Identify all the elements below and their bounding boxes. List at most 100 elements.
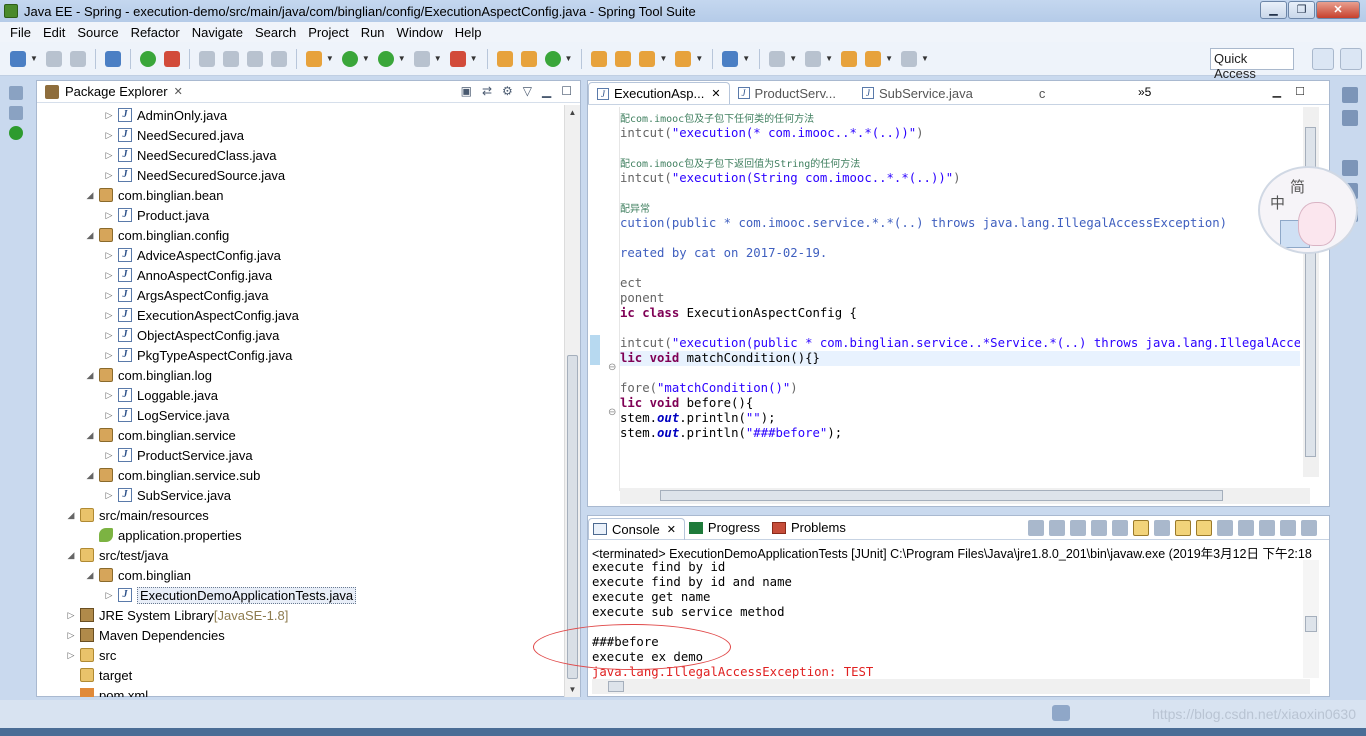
menu-source[interactable]: Source [71, 25, 124, 40]
toggle-icon[interactable] [246, 50, 263, 67]
next-annotation-icon[interactable] [769, 50, 786, 67]
java-ee-perspective-icon[interactable] [1340, 48, 1362, 70]
expand-arrow-icon[interactable]: ▷ [103, 170, 115, 181]
close-icon[interactable]: ✕ [667, 523, 676, 536]
tree-item[interactable]: pom.xml [37, 685, 148, 697]
expand-arrow-icon[interactable]: ▷ [103, 330, 115, 341]
previous-annotation-icon[interactable] [805, 50, 822, 67]
chevron-down-icon[interactable]: ▼ [825, 54, 833, 63]
tree-item[interactable]: ▷ J ProductService.java [37, 445, 253, 465]
expand-arrow-icon[interactable]: ▷ [103, 450, 115, 461]
expand-arrow-icon[interactable]: ▷ [103, 150, 115, 161]
collapse-arrow-icon[interactable]: ◢ [84, 230, 96, 241]
expand-arrow-icon[interactable]: ▷ [103, 270, 115, 281]
menu-edit[interactable]: Edit [37, 25, 71, 40]
run-icon[interactable] [341, 50, 358, 67]
show-on-stderr-icon[interactable] [1196, 520, 1212, 536]
word-wrap-icon[interactable] [1154, 520, 1170, 536]
chevron-down-icon[interactable]: ▼ [470, 54, 478, 63]
menu-help[interactable]: Help [449, 25, 488, 40]
open-type-icon[interactable] [591, 50, 608, 67]
save-all-icon[interactable] [69, 50, 86, 67]
fold-marker-icon[interactable]: ⊖ [608, 407, 616, 418]
chevron-down-icon[interactable]: ▼ [789, 54, 797, 63]
chevron-down-icon[interactable]: ▼ [742, 54, 750, 63]
tree-item[interactable]: ▷ J AnnoAspectConfig.java [37, 265, 273, 285]
display-console-icon[interactable] [1238, 520, 1254, 536]
save-icon[interactable] [45, 50, 62, 67]
terminal-icon[interactable] [104, 50, 121, 67]
tree-item[interactable]: ▷ J NeedSecuredClass.java [37, 145, 277, 165]
tree-item[interactable]: ▷ J PkgTypeAspectConfig.java [37, 345, 293, 365]
tree-item[interactable]: ▷ J ArgsAspectConfig.java [37, 285, 269, 305]
last-edit-icon[interactable] [841, 50, 858, 67]
chevron-down-icon[interactable]: ▼ [921, 54, 929, 63]
pin-console-icon[interactable] [1217, 520, 1233, 536]
tree-item[interactable]: ▷ J AdviceAspectConfig.java [37, 245, 281, 265]
editor-tab[interactable]: J SubService.java [854, 82, 981, 104]
open-console-icon[interactable] [1259, 520, 1275, 536]
outline-icon[interactable] [1342, 110, 1358, 126]
remove-launch-icon[interactable] [1070, 520, 1086, 536]
search-icon[interactable] [639, 50, 656, 67]
tree-item[interactable]: ◢ com.binglian.service.sub [37, 465, 261, 485]
open-perspective-icon[interactable] [1312, 48, 1334, 70]
editor-tab[interactable]: c [1031, 82, 1054, 104]
restore-icon[interactable] [1342, 87, 1358, 103]
tree-item[interactable]: ◢ com.binglian.log [37, 365, 212, 385]
scroll-down-icon[interactable]: ▼ [565, 682, 580, 697]
tree-item[interactable]: ▷ J LogService.java [37, 405, 230, 425]
run-external-icon[interactable] [377, 50, 394, 67]
tree-item[interactable]: ▷ J SubService.java [37, 485, 231, 505]
expand-arrow-icon[interactable]: ▷ [103, 490, 115, 501]
tree-item[interactable]: application.properties [37, 525, 242, 545]
scroll-lock-icon[interactable] [1133, 520, 1149, 536]
chevron-down-icon[interactable]: ▼ [30, 54, 38, 63]
chevron-down-icon[interactable]: ▼ [434, 54, 442, 63]
tree-item[interactable]: ◢ com.binglian [37, 565, 191, 585]
tree-item[interactable]: ◢ com.binglian.config [37, 225, 230, 245]
new-package-icon[interactable] [520, 50, 537, 67]
tree-item[interactable]: ▷ J ObjectAspectConfig.java [37, 325, 280, 345]
expand-arrow-icon[interactable]: ▷ [103, 390, 115, 401]
close-icon[interactable]: ✕ [711, 87, 720, 100]
expand-arrow-icon[interactable]: ▷ [103, 210, 115, 221]
remove-all-icon[interactable] [1091, 520, 1107, 536]
code-area[interactable]: 配com.imooc包及子包下任何类的任何方法 intcut("execution… [620, 107, 1300, 491]
deploy-icon[interactable] [449, 50, 466, 67]
expand-arrow-icon[interactable]: ▷ [103, 130, 115, 141]
scrollbar-thumb[interactable] [608, 681, 624, 692]
tree-item[interactable]: ◢ com.binglian.service [37, 425, 236, 445]
restore-icon[interactable] [1342, 160, 1358, 176]
expand-arrow-icon[interactable]: ▷ [103, 290, 115, 301]
console-horizontal-scrollbar[interactable] [592, 679, 1310, 694]
menu-run[interactable]: Run [355, 25, 391, 40]
chevron-down-icon[interactable]: ▼ [326, 54, 334, 63]
tree-item[interactable]: ▷ Maven Dependencies [37, 625, 225, 645]
boot-dashboard-icon[interactable] [9, 126, 23, 140]
tree-item[interactable]: ▷ src [37, 645, 117, 665]
stop-icon[interactable] [413, 50, 430, 67]
collapse-arrow-icon[interactable]: ◢ [84, 470, 96, 481]
chevron-down-icon[interactable]: ▼ [398, 54, 406, 63]
fold-marker-icon[interactable]: ⊖ [608, 362, 616, 373]
minimize-view-icon[interactable]: ▁ [1273, 86, 1295, 98]
console-vertical-scrollbar[interactable] [1303, 560, 1319, 678]
task-icon[interactable] [1052, 705, 1070, 721]
expand-arrow-icon[interactable]: ▷ [103, 310, 115, 321]
tab-console[interactable]: Console ✕ [588, 517, 685, 540]
tree-item[interactable]: ▷ J NeedSecured.java [37, 125, 244, 145]
tree-item[interactable]: ◢ com.binglian.bean [37, 185, 224, 205]
chevron-down-icon[interactable]: ▼ [695, 54, 703, 63]
menu-window[interactable]: Window [391, 25, 449, 40]
clear-console-icon[interactable] [1112, 520, 1128, 536]
minimize-button[interactable]: ▁ [1260, 1, 1287, 19]
tab-problems[interactable]: Problems [768, 520, 854, 535]
tree-item[interactable]: ▷ J AdminOnly.java [37, 105, 228, 125]
scroll-up-icon[interactable]: ▲ [565, 105, 580, 120]
refresh-icon[interactable] [544, 50, 561, 67]
open-folder-icon[interactable] [675, 50, 692, 67]
close-icon[interactable]: ✕ [174, 85, 183, 98]
collapse-arrow-icon[interactable]: ◢ [84, 430, 96, 441]
open-resource-icon[interactable] [615, 50, 632, 67]
